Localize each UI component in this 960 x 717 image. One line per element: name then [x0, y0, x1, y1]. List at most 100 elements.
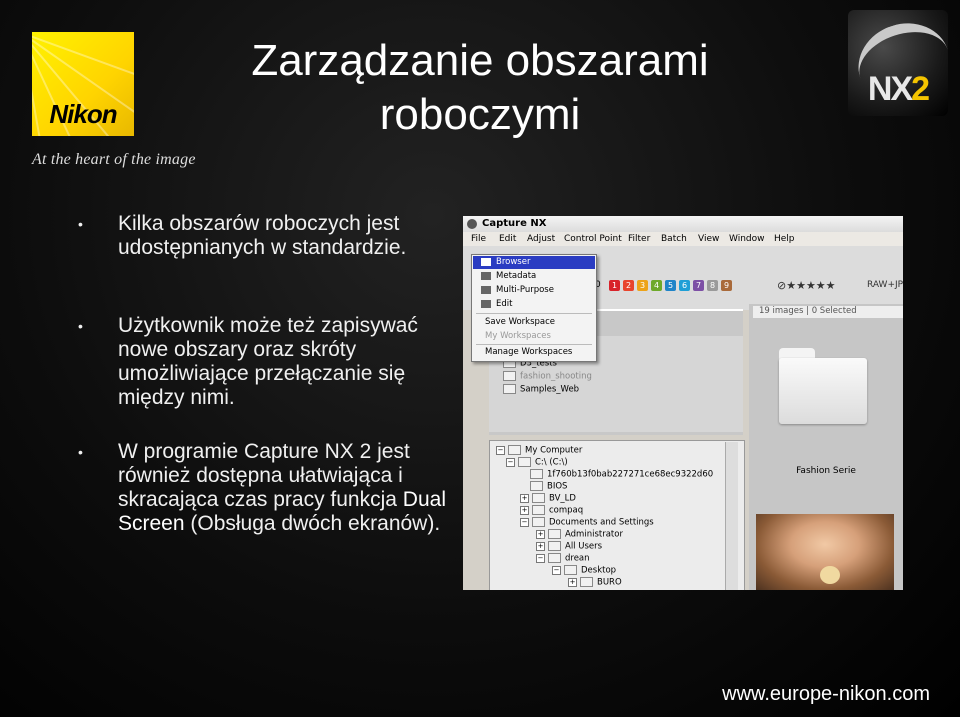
collapse-icon[interactable]: − — [536, 553, 545, 563]
folder-row[interactable]: fashion_shooting — [503, 371, 592, 382]
folder-icon — [564, 565, 577, 575]
menu-separator — [476, 344, 592, 345]
menu-edit[interactable]: Edit — [499, 234, 516, 244]
nikon-tagline: At the heart of the image — [32, 151, 196, 168]
folder-icon — [548, 529, 561, 539]
footer-url: www.europe-nikon.com — [722, 683, 930, 705]
folder-icon — [503, 371, 516, 381]
photo-thumbnail[interactable] — [756, 514, 894, 590]
tree-item[interactable]: − Desktop — [552, 565, 616, 576]
workspace-browser[interactable]: Browser — [473, 256, 595, 269]
tree-scrollbar[interactable] — [725, 442, 738, 590]
tree-label: Desktop — [581, 565, 617, 576]
bullet-item: • W programie Capture NX 2 jest również … — [78, 440, 448, 536]
save-workspace[interactable]: Save Workspace — [473, 316, 595, 329]
collapse-icon[interactable]: − — [520, 517, 529, 527]
tree-item[interactable]: − My Computer — [496, 445, 582, 456]
tree-item[interactable]: − C:\ (C:\) — [506, 457, 568, 468]
tree-item[interactable]: + BV_LD — [520, 493, 576, 504]
folder-tree: − My Computer − C:\ (C:\) 1f760b13f0bab227… — [489, 440, 745, 590]
menu-item-label: Metadata — [496, 271, 537, 281]
expand-icon[interactable]: + — [520, 493, 529, 503]
tree-item[interactable]: BIOS — [530, 481, 567, 492]
nikon-wordmark: Nikon — [49, 99, 117, 129]
folder-icon — [548, 553, 561, 563]
folder-icon — [530, 469, 543, 479]
tree-item[interactable]: + All Users — [536, 541, 602, 552]
tree-item[interactable]: − drean — [536, 553, 590, 564]
tree-label: BURO — [597, 577, 622, 588]
folder-icon — [532, 493, 545, 503]
folder-icon — [532, 505, 545, 515]
workspace-edit[interactable]: Edit — [473, 298, 595, 311]
tree-item[interactable]: + Administrator — [536, 529, 623, 540]
menu-file[interactable]: File — [471, 234, 486, 244]
manage-workspaces[interactable]: Manage Workspaces — [473, 346, 595, 359]
menu-batch[interactable]: Batch — [661, 234, 687, 244]
menu-filter[interactable]: Filter — [628, 234, 650, 244]
bullet-text-start: W programie Capture NX 2 jest również do… — [118, 440, 410, 511]
folder-thumbnail-icon[interactable] — [779, 348, 867, 424]
expand-icon[interactable]: + — [536, 541, 545, 551]
tree-item[interactable]: − Documents and Settings — [520, 517, 654, 528]
workspace-menu: Browser Metadata Multi-Purpose Edit Save… — [471, 254, 597, 362]
folder-icon — [530, 481, 543, 491]
window-title: Capture NX — [482, 218, 547, 229]
folder-icon — [503, 384, 516, 394]
color-label-button[interactable]: 7 — [693, 280, 704, 291]
collapse-icon[interactable]: − — [506, 457, 515, 467]
menu-bar: File Edit Adjust Control Point Filter Ba… — [463, 232, 903, 246]
bullet-item: • Użytkownik może też zapisywać nowe obs… — [78, 314, 448, 410]
tree-item[interactable]: + BURO — [568, 577, 622, 588]
tree-label: compaq — [549, 505, 584, 516]
menu-help[interactable]: Help — [774, 234, 795, 244]
menu-separator — [476, 313, 592, 314]
app-icon — [467, 219, 477, 229]
collapse-icon[interactable]: − — [552, 565, 561, 575]
slide-title: Zarządzanie obszarami roboczymi — [251, 36, 709, 139]
tree-item[interactable]: + compaq — [520, 505, 583, 516]
tree-label: BIOS — [547, 481, 568, 492]
color-label-button[interactable]: 1 — [609, 280, 620, 291]
bullet-item: • Kilka obszarów roboczych jest udostępn… — [78, 212, 448, 260]
color-label-button[interactable]: 6 — [679, 280, 690, 291]
tree-item[interactable]: 1f760b13f0bab227271ce68ec9322d60 — [530, 469, 713, 480]
menu-control-point[interactable]: Control Point — [564, 234, 622, 244]
menu-item-label: Multi-Purpose — [496, 285, 554, 295]
color-label-button[interactable]: 8 — [707, 280, 718, 291]
expand-icon[interactable]: + — [568, 577, 577, 587]
folder-name: Samples_Web — [520, 384, 580, 395]
bullet-text: Kilka obszarów roboczych jest udostępnia… — [118, 212, 407, 259]
tree-label: drean — [565, 553, 590, 564]
edit-workspace-icon — [481, 299, 491, 308]
menu-view[interactable]: View — [698, 234, 719, 244]
folder-row[interactable]: Samples_Web — [503, 384, 579, 395]
multi-purpose-workspace-icon — [481, 285, 491, 294]
menu-window[interactable]: Window — [729, 234, 765, 244]
drive-icon — [518, 457, 531, 467]
bullet-dot-icon: • — [78, 318, 83, 334]
nx2-logo-two: 2 — [911, 70, 930, 108]
bullet-dot-icon: • — [78, 216, 83, 232]
expand-icon[interactable]: + — [536, 529, 545, 539]
color-label-button[interactable]: 2 — [623, 280, 634, 291]
bullet-text: W programie Capture NX 2 jest również do… — [118, 440, 448, 536]
workspace-metadata[interactable]: Metadata — [473, 270, 595, 283]
file-type-filter[interactable]: RAW+JP — [867, 280, 903, 290]
folder-icon — [580, 577, 593, 587]
workspace-multi-purpose[interactable]: Multi-Purpose — [473, 284, 595, 297]
color-label-button[interactable]: 9 — [721, 280, 732, 291]
rating-stars[interactable]: ⊘★★★★★ — [777, 279, 836, 292]
menu-adjust[interactable]: Adjust — [527, 234, 555, 244]
image-count: 19 images | 0 Selected — [753, 306, 903, 318]
tree-label: C:\ (C:\) — [535, 457, 568, 468]
collapse-icon[interactable]: − — [496, 445, 505, 455]
color-label-button[interactable]: 3 — [637, 280, 648, 291]
bullet-text: Użytkownik może też zapisywać nowe obsza… — [118, 314, 418, 409]
expand-icon[interactable]: + — [520, 505, 529, 515]
color-label-button[interactable]: 4 — [651, 280, 662, 291]
nx2-logo-nx: NX — [867, 70, 913, 108]
color-label-button[interactable]: 5 — [665, 280, 676, 291]
nikon-logo: Nikon — [32, 32, 134, 136]
tree-label: Administrator — [565, 529, 623, 540]
